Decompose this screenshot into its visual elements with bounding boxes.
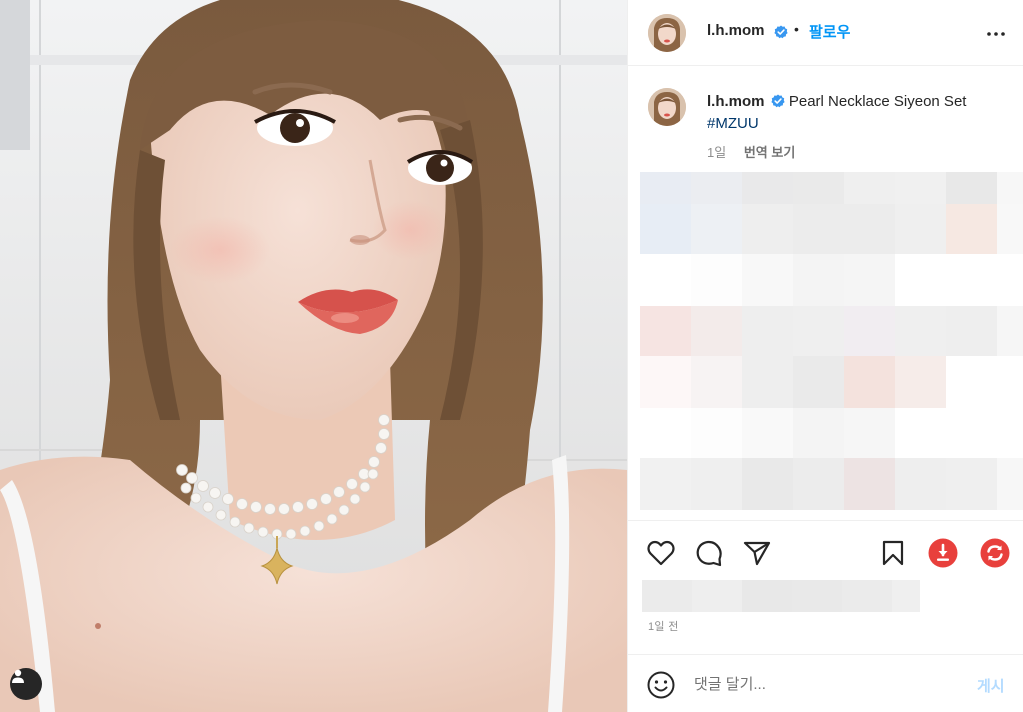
- post-photo[interactable]: [0, 0, 627, 712]
- follow-button[interactable]: 팔로우: [809, 21, 850, 42]
- save-button[interactable]: [878, 538, 908, 568]
- speech-bubble-icon: [696, 540, 722, 567]
- verified-badge-icon: [771, 94, 785, 108]
- comment-input[interactable]: [694, 671, 964, 697]
- post-side-panel: l.h.mom • 팔로우 l.h.mom Pearl Necklace Siy…: [627, 0, 1023, 712]
- caption-age: 1일: [707, 145, 727, 160]
- caption-username[interactable]: l.h.mom: [707, 93, 765, 110]
- pixelated-comments-area: [640, 172, 1023, 512]
- translate-link[interactable]: 번역 보기: [744, 145, 795, 160]
- separator-dot: •: [794, 21, 799, 37]
- post-header: l.h.mom • 팔로우: [628, 0, 1023, 66]
- user-icon: [12, 669, 24, 683]
- pixelation-mosaic: [640, 172, 1023, 510]
- pixelated-likes: [642, 580, 920, 612]
- emoji-icon[interactable]: [646, 670, 676, 700]
- verified-badge-icon: [774, 25, 788, 39]
- tagged-users-button[interactable]: [10, 668, 42, 700]
- add-comment-bar: 게시: [628, 654, 1023, 712]
- caption-hashtag[interactable]: #MZUU: [707, 115, 759, 132]
- post-caption: l.h.mom Pearl Necklace Siyeon Set #MZUU: [707, 91, 1007, 135]
- comment-button[interactable]: [694, 538, 724, 568]
- author-username[interactable]: l.h.mom: [707, 22, 765, 39]
- refresh-icon: [980, 538, 1010, 568]
- refresh-button[interactable]: [980, 538, 1010, 568]
- caption-meta: 1일 번역 보기: [707, 142, 795, 161]
- author-avatar[interactable]: [648, 14, 686, 52]
- caption-author-avatar[interactable]: [648, 88, 686, 126]
- download-icon: [928, 538, 958, 568]
- post-timestamp: 1일 전: [648, 621, 679, 633]
- share-button[interactable]: [742, 538, 772, 568]
- more-horizontal-icon[interactable]: [984, 22, 1008, 46]
- download-button[interactable]: [928, 538, 958, 568]
- paper-plane-icon: [743, 541, 771, 566]
- likes-mosaic: [642, 580, 920, 612]
- heart-icon: [647, 540, 675, 566]
- caption-body: Pearl Necklace Siyeon Set: [788, 93, 967, 110]
- portrait-image: [0, 0, 627, 712]
- bookmark-icon: [882, 540, 904, 566]
- post-actions-bar: [628, 520, 1023, 580]
- like-button[interactable]: [646, 538, 676, 568]
- post-comment-button[interactable]: 게시: [977, 675, 1005, 696]
